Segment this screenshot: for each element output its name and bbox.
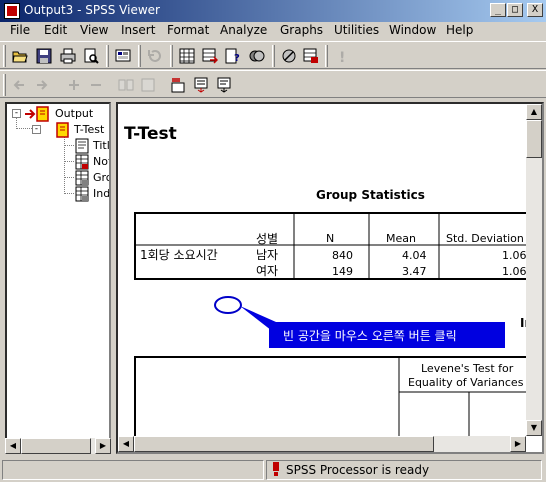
print-preview-icon[interactable]	[80, 45, 102, 67]
col-n: N	[326, 232, 335, 245]
menu-analyze[interactable]: Analyze	[220, 23, 267, 37]
variables-icon[interactable]: ?	[222, 45, 244, 67]
outline-pane[interactable]: - Output - T-Test Title Notes Group Stat…	[5, 102, 111, 454]
menu-bar: File Edit View Insert Format Analyze Gra…	[0, 22, 546, 40]
cell-mean-female: 3.47	[402, 265, 427, 278]
book-icon	[36, 106, 49, 122]
scroll-left-button[interactable]: ◀	[5, 438, 21, 454]
content-pane[interactable]: T-Test Group Statistics 성별 N Mean Std. D…	[116, 102, 544, 454]
svg-text:?: ?	[234, 53, 240, 64]
menu-window[interactable]: Window	[389, 23, 436, 37]
hscroll-thumb[interactable]	[134, 436, 434, 452]
select-cases-icon[interactable]	[300, 45, 322, 67]
window-title: Output3 - SPSS Viewer	[24, 3, 160, 17]
col-mean: Mean	[386, 232, 416, 245]
open-icon[interactable]	[9, 45, 31, 67]
col-std-deviation: Std. Deviation	[446, 232, 524, 245]
annotation-callout: 빈 공간을 마우스 오른쪽 버튼 클릭	[269, 322, 505, 348]
processor-status-icon	[273, 462, 279, 476]
vscroll-thumb[interactable]	[526, 120, 542, 158]
menu-edit[interactable]: Edit	[44, 23, 67, 37]
goto-case-icon[interactable]	[199, 45, 221, 67]
help-icon[interactable]: !	[331, 45, 353, 67]
group-statistics-table[interactable]: 성별 N Mean Std. Deviation 1회당 소요시간 남자 840…	[134, 212, 534, 280]
expander-t-test[interactable]: -	[32, 125, 41, 134]
outline-toolbar	[0, 70, 546, 98]
cell-n-male: 840	[332, 249, 353, 262]
cell-n-female: 149	[332, 265, 353, 278]
scroll-thumb[interactable]	[21, 438, 91, 454]
pivot-table-icon	[75, 170, 89, 186]
insert-case-icon[interactable]	[278, 45, 300, 67]
show-icon[interactable]	[115, 74, 137, 96]
goto-data-icon[interactable]	[176, 45, 198, 67]
tree-item-group-statistics[interactable]: Group Statistics	[93, 171, 109, 184]
menu-graphs[interactable]: Graphs	[280, 23, 323, 37]
spss-app-icon[interactable]	[4, 3, 20, 19]
insert-text-icon[interactable]	[213, 74, 235, 96]
notes-icon	[75, 154, 89, 170]
scroll-up-button[interactable]: ▲	[526, 104, 542, 120]
outline-hscrollbar[interactable]: ◀ ▶	[5, 438, 111, 454]
content-vscrollbar[interactable]: ▲ ▼	[526, 104, 542, 436]
svg-text:!: !	[339, 50, 345, 64]
menu-utilities[interactable]: Utilities	[334, 23, 379, 37]
status-bar: SPSS Processor is ready	[0, 458, 546, 482]
book-icon	[56, 122, 69, 138]
cell-mean-male: 4.04	[402, 249, 427, 262]
page-title: T-Test	[124, 124, 177, 144]
row-variable: 1회당 소요시간	[140, 248, 218, 262]
demote-icon[interactable]	[31, 74, 53, 96]
title-doc-icon	[75, 138, 89, 154]
hide-icon[interactable]	[137, 74, 159, 96]
levene-header-line2: Equality of Variances	[408, 376, 524, 389]
scroll-left-button[interactable]: ◀	[118, 436, 134, 452]
use-sets-icon[interactable]	[246, 45, 268, 67]
tree-item-notes[interactable]: Notes	[93, 155, 109, 168]
menu-format[interactable]: Format	[167, 23, 209, 37]
group-female: 여자	[256, 264, 279, 278]
insert-heading-icon[interactable]	[167, 74, 189, 96]
scroll-right-button[interactable]: ▶	[95, 438, 111, 454]
dialog-recall-icon[interactable]	[144, 45, 166, 67]
group-male: 남자	[256, 248, 279, 262]
tree-item-title[interactable]: Title	[93, 139, 109, 152]
insert-title-icon[interactable]	[190, 74, 212, 96]
levene-header-line1: Levene's Test for	[421, 362, 514, 375]
tree-item-independent-samples-test[interactable]: Independent Samples Test	[93, 187, 109, 200]
tree-item-output[interactable]: Output	[55, 107, 93, 120]
print-icon[interactable]	[57, 45, 79, 67]
expander-output[interactable]: -	[12, 109, 21, 118]
content-hscrollbar[interactable]: ◀ ▶	[118, 436, 526, 452]
expand-icon[interactable]	[63, 74, 85, 96]
group-statistics-caption: Group Statistics	[316, 188, 425, 202]
scroll-right-button[interactable]: ▶	[510, 436, 526, 452]
export-icon[interactable]	[112, 45, 134, 67]
title-bar: Output3 - SPSS Viewer _ □ X	[0, 0, 546, 22]
menu-view[interactable]: View	[80, 23, 108, 37]
collapse-icon[interactable]	[85, 74, 107, 96]
cell-sd-male: 1.06	[502, 249, 527, 262]
status-text: SPSS Processor is ready	[286, 463, 430, 477]
cell-sd-female: 1.06	[502, 265, 527, 278]
standard-toolbar: ? !	[0, 41, 546, 69]
promote-icon[interactable]	[9, 74, 31, 96]
save-icon[interactable]	[33, 45, 55, 67]
group-header: 성별	[256, 232, 279, 246]
pivot-table-icon	[75, 186, 89, 202]
menu-file[interactable]: File	[10, 23, 30, 37]
close-button[interactable]: X	[527, 3, 543, 17]
menu-help[interactable]: Help	[446, 23, 473, 37]
tree-item-t-test[interactable]: T-Test	[74, 123, 104, 136]
scroll-down-button[interactable]: ▼	[526, 420, 542, 436]
maximize-button[interactable]: □	[507, 3, 523, 17]
minimize-button[interactable]: _	[490, 3, 506, 17]
menu-insert[interactable]: Insert	[121, 23, 155, 37]
